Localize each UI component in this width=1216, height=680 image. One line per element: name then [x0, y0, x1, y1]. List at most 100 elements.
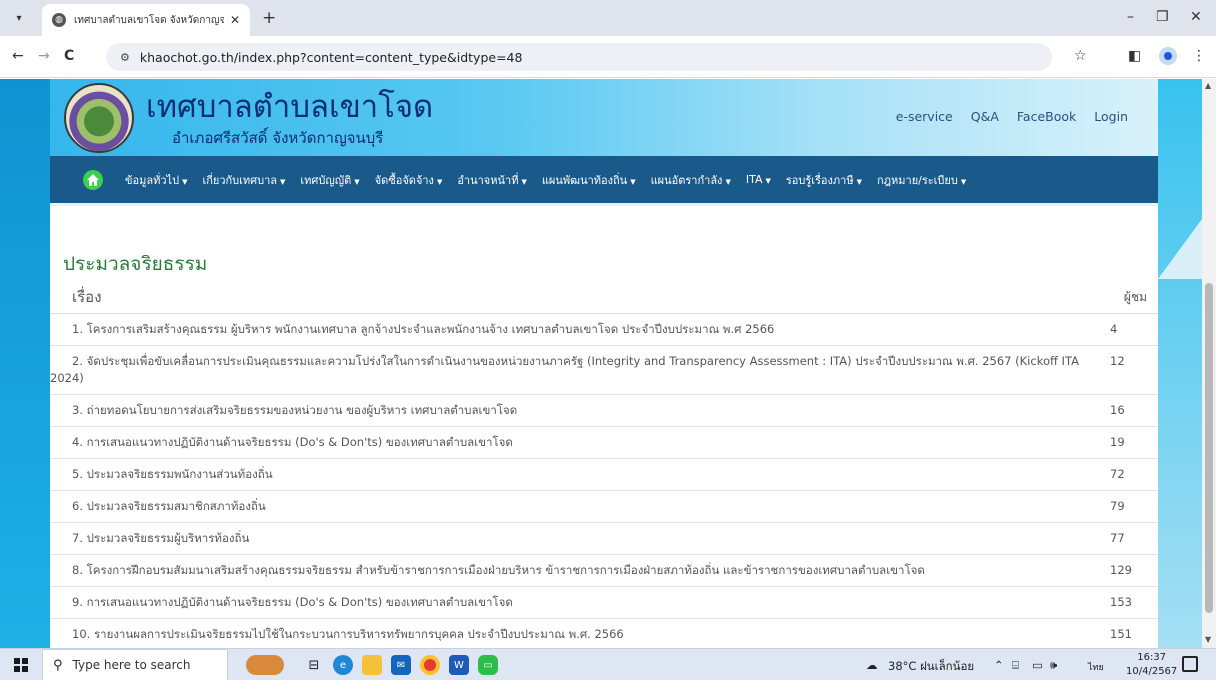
- nav-ordinances[interactable]: เทศบัญญัติ ▼: [300, 171, 359, 189]
- home-icon[interactable]: [83, 169, 103, 190]
- table-row[interactable]: 5. ประมวลจริยธรรมพนักงานส่วนท้องถิ่น 72: [50, 459, 1158, 491]
- clock-date: 10/4/2567: [1126, 666, 1178, 677]
- nav-local-plan[interactable]: แผนพัฒนาท้องถิ่น ▼: [542, 171, 636, 189]
- address-bar[interactable]: ⚙ khaochot.go.th/index.php?content=conte…: [106, 43, 1052, 71]
- nav-ita[interactable]: ITA ▼: [746, 173, 771, 186]
- tab-search-icon[interactable]: ▾: [10, 9, 28, 27]
- language-indicator[interactable]: ไทย: [1088, 660, 1104, 674]
- tab-close-icon[interactable]: ✕: [230, 13, 240, 27]
- table-row[interactable]: 10. รายงานผลการประเมินจริยธรรมไปใช้ในกระ…: [50, 619, 1158, 648]
- row-views: 72: [1110, 467, 1125, 481]
- weather-status[interactable]: 38°C ฝนเล็กน้อย: [888, 658, 974, 676]
- nav-about[interactable]: เกี่ยวกับเทศบาล ▼: [202, 171, 285, 189]
- table-row[interactable]: 8. โครงการฝึกอบรมสัมมนาเสริมสร้างคุณธรรม…: [50, 555, 1158, 587]
- word-icon[interactable]: W: [449, 655, 469, 675]
- row-title-link[interactable]: 7. ประมวลจริยธรรมผู้บริหารท้องถิ่น: [50, 530, 1080, 547]
- browser-tab[interactable]: ◍ เทศบาลตำบลเขาโจด จังหวัดกาญจนบุรี ✕: [42, 4, 250, 36]
- file-explorer-icon[interactable]: [362, 655, 382, 675]
- row-title-link[interactable]: 3. ถ่ายทอดนโยบายการส่งเสริมจริยธรรมของหน…: [50, 402, 1080, 419]
- forward-button[interactable]: →: [38, 48, 50, 64]
- profile-avatar-icon[interactable]: [1159, 47, 1177, 65]
- maximize-button[interactable]: ❐: [1156, 9, 1169, 25]
- row-views: 153: [1110, 595, 1132, 609]
- search-placeholder[interactable]: Type here to search: [73, 658, 191, 672]
- chevron-down-icon: ▼: [436, 177, 443, 186]
- url-text[interactable]: khaochot.go.th/index.php?content=content…: [140, 50, 523, 65]
- table-row[interactable]: 3. ถ่ายทอดนโยบายการส่งเสริมจริยธรรมของหน…: [50, 395, 1158, 427]
- chrome-icon[interactable]: [420, 655, 440, 675]
- table-row[interactable]: 1. โครงการเสริมสร้างคุณธรรม ผู้บริหาร พน…: [50, 314, 1158, 346]
- table-row[interactable]: 6. ประมวลจริยธรรมสมาชิกสภาท้องถิ่น 79: [50, 491, 1158, 523]
- clock-time: 16:37: [1137, 652, 1167, 663]
- notification-icon[interactable]: [1182, 656, 1198, 672]
- tray-network-icon[interactable]: ⌸: [1012, 658, 1019, 673]
- row-title-link[interactable]: 1. โครงการเสริมสร้างคุณธรรม ผู้บริหาร พน…: [50, 321, 1080, 338]
- table-row[interactable]: 9. การเสนอแนวทางปฏิบัติงานด้านจริยธรรม (…: [50, 587, 1158, 619]
- qa-link[interactable]: Q&A: [971, 109, 999, 124]
- table-row[interactable]: 4. การเสนอแนวทางปฏิบัติงานด้านจริยธรรม (…: [50, 427, 1158, 459]
- scrollbar-thumb[interactable]: [1205, 283, 1213, 613]
- tab-title: เทศบาลตำบลเขาโจด จังหวัดกาญจนบุรี: [74, 14, 224, 26]
- windows-taskbar: ⚲ Type here to search ⊟ e ✉ W ▭ ☁ 38°C ฝ…: [0, 648, 1216, 680]
- row-views: 16: [1110, 403, 1125, 417]
- login-link[interactable]: Login: [1094, 109, 1128, 124]
- chevron-down-icon: ▼: [630, 177, 636, 186]
- row-title-link[interactable]: 8. โครงการฝึกอบรมสัมมนาเสริมสร้างคุณธรรม…: [50, 562, 1080, 579]
- column-header-views: ผู้ชม: [1123, 289, 1147, 304]
- nav-general-info[interactable]: ข้อมูลทั่วไป ▼: [125, 171, 187, 189]
- nav-procurement[interactable]: จัดซื้อจัดจ้าง ▼: [375, 171, 443, 189]
- row-title-link[interactable]: 9. การเสนอแนวทางปฏิบัติงานด้านจริยธรรม (…: [50, 594, 1080, 611]
- side-panel-icon[interactable]: ◧: [1128, 48, 1141, 64]
- task-view-icon[interactable]: ⊟: [304, 655, 324, 675]
- site-title: เทศบาลตำบลเขาโจด: [146, 89, 434, 124]
- table-header: เรื่อง ผู้ชม: [50, 281, 1158, 314]
- new-tab-button[interactable]: +: [262, 8, 276, 28]
- tray-display-icon[interactable]: ▭: [1032, 658, 1043, 672]
- row-views: 77: [1110, 531, 1125, 545]
- table-row[interactable]: 2. จัดประชุมเพื่อขับเคลื่อนการประเมินคุณ…: [50, 346, 1158, 395]
- row-title-link[interactable]: 5. ประมวลจริยธรรมพนักงานส่วนท้องถิ่น: [50, 466, 1080, 483]
- globe-icon: ◍: [52, 13, 66, 27]
- nav-law[interactable]: กฎหมาย/ระเบียบ ▼: [877, 171, 966, 189]
- row-title-link[interactable]: 4. การเสนอแนวทางปฏิบัติงานด้านจริยธรรม (…: [50, 434, 1080, 451]
- table-row[interactable]: 7. ประมวลจริยธรรมผู้บริหารท้องถิ่น 77: [50, 523, 1158, 555]
- chevron-down-icon: ▼: [725, 177, 731, 186]
- page-scrollbar[interactable]: ▲ ▼: [1202, 79, 1216, 648]
- nav-tax[interactable]: รอบรู้เรื่องภาษี ▼: [786, 171, 862, 189]
- content-divider: [50, 203, 1158, 206]
- site-info-icon[interactable]: ⚙: [120, 51, 130, 64]
- nav-manpower-plan[interactable]: แผนอัตรากำลัง ▼: [651, 171, 731, 189]
- nav-duties[interactable]: อำนาจหน้าที่ ▼: [457, 171, 527, 189]
- page-viewport: เทศบาลตำบลเขาโจด อำเภอศรีสวัสดิ์ จังหวัด…: [0, 79, 1202, 648]
- row-title-link[interactable]: 2. จัดประชุมเพื่อขับเคลื่อนการประเมินคุณ…: [50, 353, 1080, 387]
- main-navbar: ข้อมูลทั่วไป ▼ เกี่ยวกับเทศบาล ▼ เทศบัญญัต…: [50, 156, 1158, 203]
- taskbar-search-box[interactable]: ⚲ Type here to search: [42, 649, 228, 680]
- browser-tab-bar: ▾ ◍ เทศบาลตำบลเขาโจด จังหวัดกาญจนบุรี ✕ …: [0, 0, 1216, 36]
- chevron-down-icon: ▼: [354, 177, 360, 186]
- search-icon: ⚲: [53, 657, 63, 673]
- row-views: 129: [1110, 563, 1132, 577]
- bookmark-star-icon[interactable]: ☆: [1074, 48, 1087, 64]
- edge-browser-icon[interactable]: e: [333, 655, 353, 675]
- windows-start-icon[interactable]: [14, 658, 28, 672]
- browser-menu-icon[interactable]: ⋮: [1192, 48, 1206, 64]
- back-button[interactable]: ←: [12, 48, 24, 64]
- taskbar-clock[interactable]: 16:37 10/4/2567: [1126, 651, 1177, 679]
- scroll-up-icon[interactable]: ▲: [1205, 81, 1211, 90]
- reload-button[interactable]: C: [64, 48, 74, 64]
- municipality-seal-logo[interactable]: [64, 83, 134, 153]
- weather-icon[interactable]: ☁: [866, 658, 878, 672]
- people-widget-icon[interactable]: [246, 655, 284, 675]
- facebook-link[interactable]: FaceBook: [1017, 109, 1076, 124]
- line-app-icon[interactable]: ▭: [478, 655, 498, 675]
- volume-icon[interactable]: 🕪: [1050, 658, 1057, 673]
- scroll-down-icon[interactable]: ▼: [1205, 635, 1211, 644]
- e-service-link[interactable]: e-service: [896, 109, 953, 124]
- tray-chevron-up-icon[interactable]: ⌃: [994, 658, 1004, 672]
- site-subtitle: อำเภอศรีสวัสดิ์ จังหวัดกาญจนบุรี: [172, 129, 384, 147]
- mail-icon[interactable]: ✉: [391, 655, 411, 675]
- minimize-button[interactable]: –: [1127, 9, 1134, 25]
- row-title-link[interactable]: 10. รายงานผลการประเมินจริยธรรมไปใช้ในกระ…: [50, 626, 1080, 643]
- close-window-button[interactable]: ✕: [1190, 9, 1202, 25]
- row-title-link[interactable]: 6. ประมวลจริยธรรมสมาชิกสภาท้องถิ่น: [50, 498, 1080, 515]
